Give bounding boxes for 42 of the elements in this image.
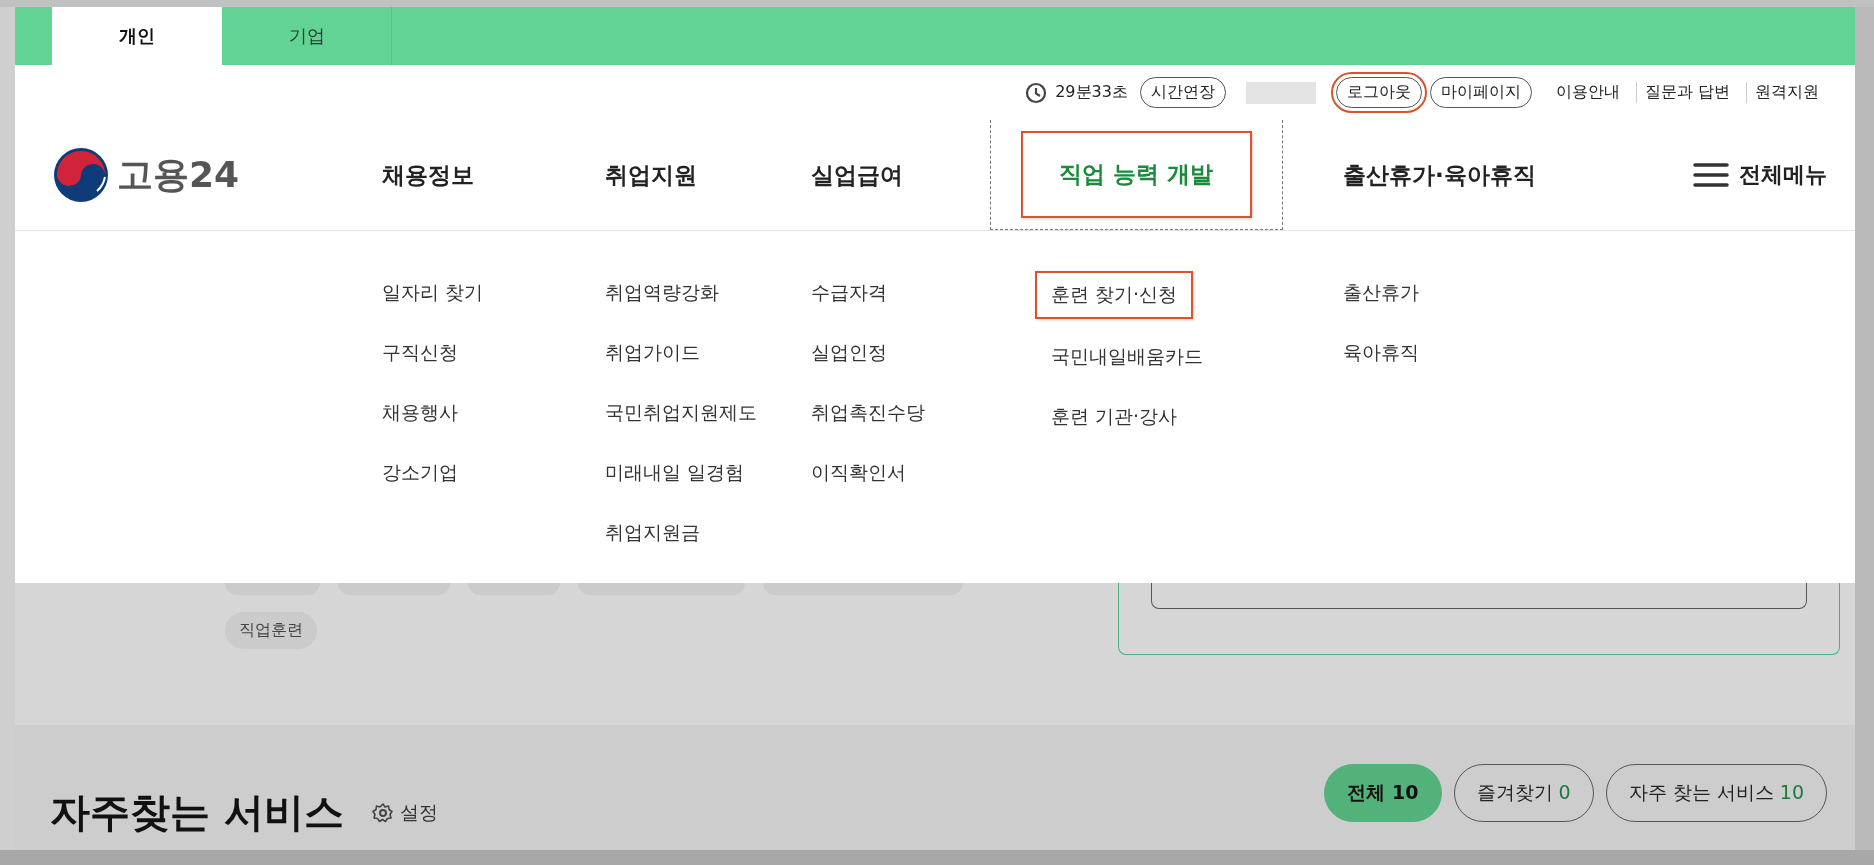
submenu-item[interactable]: 미래내일 일경험 <box>605 443 811 503</box>
submenu-item[interactable]: 일자리 찾기 <box>382 263 605 323</box>
session-timer: 29분33초 <box>1055 82 1128 103</box>
submenu-item[interactable]: 수급자격 <box>811 263 990 323</box>
all-menu-label[interactable]: 전체메뉴 <box>1739 160 1827 190</box>
settings-button[interactable]: 설정 <box>365 798 444 827</box>
logo-emblem-icon <box>53 147 109 203</box>
submenu-item[interactable]: 실업인정 <box>811 323 990 383</box>
utility-link[interactable]: 이용안내 <box>1547 82 1628 103</box>
mypage-button[interactable]: 마이페이지 <box>1429 77 1532 108</box>
logo-text: 고용24 <box>117 152 240 197</box>
tab[interactable]: 개인 <box>52 7 222 65</box>
submenu-item[interactable]: 취업촉진수당 <box>811 383 990 443</box>
submenu-item[interactable]: 육아휴직 <box>1343 323 1855 383</box>
filter-button[interactable]: 전체 10 <box>1324 763 1442 822</box>
nav-menu-item[interactable]: 취업지원 <box>605 159 697 191</box>
submenu-item[interactable]: 훈련 기관·강사 <box>1035 387 1343 447</box>
clock-icon <box>1025 81 1048 104</box>
settings-icon <box>371 801 394 824</box>
submenu-item[interactable]: 취업가이드 <box>605 323 811 383</box>
submenu-item[interactable]: 취업지원금 <box>605 503 811 563</box>
submenu-item[interactable]: 채용행사 <box>382 383 605 443</box>
extend-time-button[interactable]: 시간연장 <box>1139 77 1226 108</box>
input-field[interactable] <box>1151 583 1807 609</box>
nav-menu-item[interactable]: 실업급여 <box>811 159 903 191</box>
submenu-item[interactable]: 이직확인서 <box>811 443 990 503</box>
submenu-item[interactable]: 훈련 찾기·신청 <box>1035 271 1194 319</box>
submenu-item[interactable]: 출산휴가 <box>1343 263 1855 323</box>
utility-link[interactable]: 질문과 답변 <box>1635 82 1738 103</box>
menu-icon[interactable] <box>1693 162 1729 188</box>
submenu-item[interactable]: 구직신청 <box>382 323 605 383</box>
nav-menu-item[interactable]: 출산휴가·육아휴직 <box>1343 159 1536 191</box>
section-title: 자주찾는 서비스 <box>50 788 344 837</box>
utility-link[interactable]: 원격지원 <box>1746 82 1827 103</box>
keyword-chip[interactable]: 직업훈련 <box>225 612 317 649</box>
submenu-item[interactable]: 국민취업지원제도 <box>605 383 811 443</box>
nav-menu-item[interactable]: 직업 능력 개발 <box>1021 131 1252 218</box>
nav-menu-item[interactable]: 채용정보 <box>382 159 474 191</box>
submenu-item[interactable]: 국민내일배움카드 <box>1035 327 1343 387</box>
submenu-item[interactable]: 강소기업 <box>382 443 605 503</box>
user-name-placeholder <box>1245 81 1316 104</box>
submenu-item[interactable]: 취업역량강화 <box>605 263 811 323</box>
